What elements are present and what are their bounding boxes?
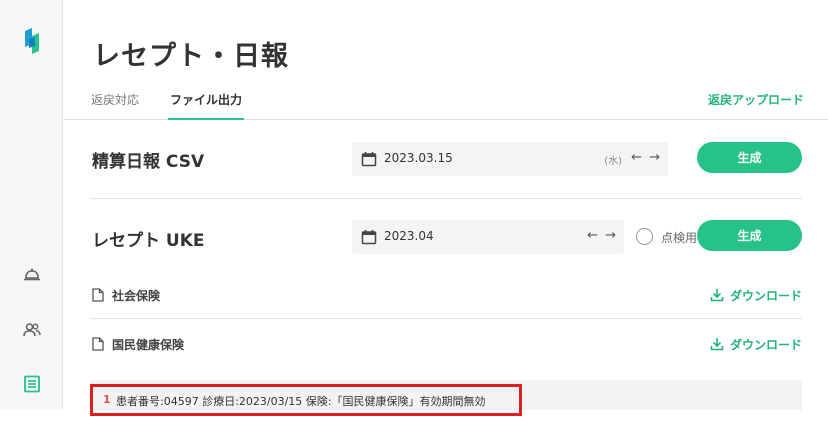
download-social-insurance-button[interactable]: ダウンロード — [710, 287, 802, 305]
file-name: 国民健康保険 — [112, 338, 185, 352]
csv-generate-button[interactable]: 生成 — [697, 142, 802, 173]
error-message: 患者番号:04597 診療日:2023/03/15 保険:「国民健康保険」有効期… — [116, 395, 486, 408]
file-icon — [92, 337, 104, 354]
csv-date-value: 2023.03.15 — [384, 151, 453, 165]
section-divider — [90, 198, 802, 199]
returns-upload-link[interactable]: 返戻アップロード — [708, 91, 804, 108]
tab-returns[interactable]: 返戻対応 — [91, 91, 139, 120]
csv-weekday: (水) — [604, 156, 622, 167]
download-label: ダウンロード — [729, 289, 802, 303]
uke-date-value: 2023.04 — [384, 229, 434, 243]
csv-section-title: 精算日報 CSV — [92, 152, 205, 172]
document-list-icon[interactable] — [20, 372, 44, 396]
logo-icon[interactable] — [22, 27, 42, 57]
uke-section-title: レセプト UKE — [92, 231, 205, 251]
inspection-radio[interactable] — [636, 228, 653, 245]
file-item-social-insurance: 社会保険 — [92, 287, 160, 305]
file-item-national-health-insurance: 国民健康保険 — [92, 336, 184, 354]
calendar-icon — [361, 229, 377, 249]
arrow-left-icon[interactable]: ← — [587, 227, 598, 245]
page-title: レセプト・日報 — [93, 41, 289, 72]
download-label: ダウンロード — [729, 338, 802, 352]
file-icon — [92, 288, 104, 305]
tab-file-output[interactable]: ファイル出力 — [168, 91, 245, 120]
main-content: レセプト・日報 返戻対応 ファイル出力 返戻アップロード 精算日報 CSV 20… — [64, 0, 828, 421]
users-icon[interactable] — [20, 318, 44, 342]
file-name: 社会保険 — [112, 289, 161, 303]
file-divider — [90, 318, 802, 319]
download-icon — [710, 288, 724, 305]
calendar-icon — [361, 151, 377, 171]
download-national-health-insurance-button[interactable]: ダウンロード — [710, 336, 802, 354]
sidebar — [0, 0, 63, 409]
bell-icon[interactable] — [20, 262, 44, 286]
arrow-left-icon[interactable]: ← — [631, 149, 642, 167]
csv-date-picker[interactable]: 2023.03.15 (水) ← → — [352, 142, 668, 176]
download-icon — [710, 337, 724, 354]
arrow-right-icon[interactable]: → — [605, 227, 616, 245]
uke-date-picker[interactable]: 2023.04 ← → — [352, 220, 624, 254]
tab-bar: 返戻対応 ファイル出力 返戻アップロード — [64, 82, 828, 120]
arrow-right-icon[interactable]: → — [649, 149, 660, 167]
error-number: 1 — [103, 393, 111, 406]
inspection-radio-label: 点検用 — [661, 231, 697, 245]
uke-generate-button[interactable]: 生成 — [697, 220, 802, 251]
